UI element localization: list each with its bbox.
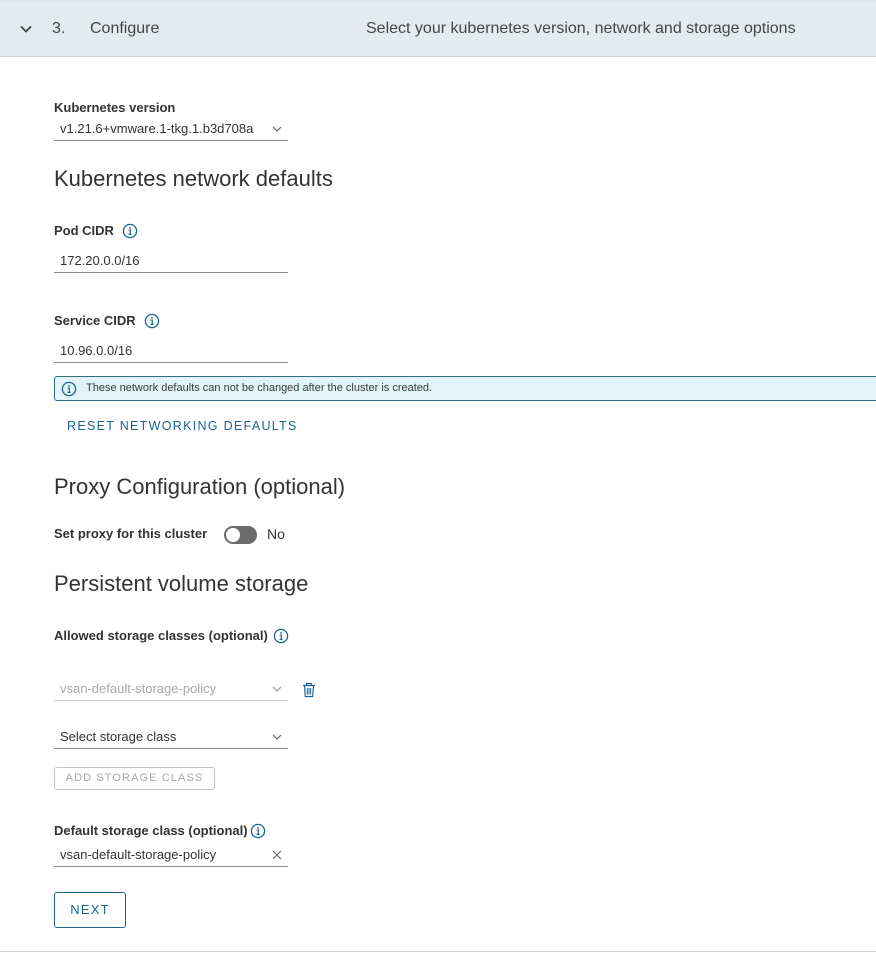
info-icon[interactable] [273, 628, 289, 644]
service-cidr-input[interactable]: 10.96.0.0/16 [54, 339, 288, 363]
kubernetes-version-label: Kubernetes version [54, 100, 176, 115]
add-storage-class-button[interactable]: ADD STORAGE CLASS [54, 767, 215, 790]
trash-icon[interactable] [302, 682, 316, 698]
info-icon [61, 381, 77, 397]
info-icon[interactable] [122, 223, 138, 239]
proxy-section-title: Proxy Configuration (optional) [54, 474, 346, 499]
step-title: Configure [90, 20, 160, 37]
chevron-down-icon [272, 686, 282, 692]
info-icon[interactable] [250, 823, 266, 839]
info-icon[interactable] [144, 313, 160, 329]
default-storage-value: vsan-default-storage-policy [60, 847, 217, 862]
toggle-knob [226, 528, 240, 542]
network-info-text: These network defaults can not be change… [86, 382, 433, 394]
storage-section-title: Persistent volume storage [54, 571, 309, 596]
allowed-storage-select-disabled: vsan-default-storage-policy [54, 677, 288, 701]
chevron-down-icon [272, 126, 282, 132]
chevron-down-icon [272, 734, 282, 740]
network-info-alert: These network defaults can not be change… [54, 376, 876, 401]
kubernetes-version-select[interactable]: v1.21.6+vmware.1-tkg.1.b3d708a [54, 117, 288, 141]
step-description: Select your kubernetes version, network … [366, 20, 796, 37]
allowed-storage-label: Allowed storage classes (optional) [54, 628, 268, 643]
pod-cidr-input[interactable]: 172.20.0.0/16 [54, 249, 288, 273]
proxy-toggle-label: Set proxy for this cluster [54, 526, 208, 541]
storage-class-select[interactable]: Select storage class [54, 725, 288, 749]
proxy-toggle[interactable] [224, 526, 257, 544]
storage-class-placeholder: Select storage class [60, 729, 177, 744]
reset-networking-defaults-button[interactable]: RESET NETWORKING DEFAULTS [67, 419, 298, 433]
default-storage-select[interactable]: vsan-default-storage-policy [54, 843, 288, 867]
kubernetes-version-value: v1.21.6+vmware.1-tkg.1.b3d708a [60, 121, 254, 136]
network-section-title: Kubernetes network defaults [54, 166, 333, 191]
next-button[interactable]: NEXT [54, 892, 126, 928]
allowed-storage-value: vsan-default-storage-policy [60, 681, 217, 696]
proxy-toggle-state: No [267, 526, 285, 542]
default-storage-label: Default storage class (optional) [54, 823, 248, 838]
chevron-down-icon[interactable] [19, 22, 33, 36]
step-number: 3. [52, 20, 66, 37]
service-cidr-value: 10.96.0.0/16 [60, 343, 133, 358]
service-cidr-label: Service CIDR [54, 313, 136, 328]
pod-cidr-value: 172.20.0.0/16 [60, 253, 140, 268]
pod-cidr-label: Pod CIDR [54, 223, 114, 238]
close-icon[interactable] [272, 850, 282, 860]
divider [0, 951, 876, 952]
step-header[interactable]: 3. Configure Select your kubernetes vers… [0, 0, 876, 57]
